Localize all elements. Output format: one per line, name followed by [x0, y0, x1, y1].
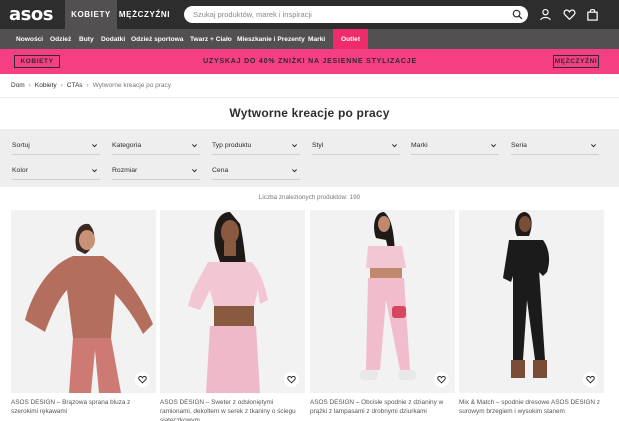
save-button[interactable]: [583, 372, 598, 387]
save-button[interactable]: [135, 372, 150, 387]
promo-text[interactable]: UZYSKAJ DO 40% ZNIŻKI NA JESIENNE STYLIZ…: [150, 49, 470, 74]
heart-icon: [586, 375, 595, 384]
nav-item-dodatki[interactable]: Dodatki: [101, 29, 125, 49]
product-card[interactable]: ASOS DESIGN – Sweter z odsłoniętymi rami…: [160, 210, 305, 421]
category-nav: Nowości Odzież Buty Dodatki Odzież sport…: [0, 29, 619, 49]
heart-icon: [287, 375, 296, 384]
filter-series[interactable]: Seria: [511, 137, 599, 155]
model-photo: [11, 210, 156, 393]
breadcrumb-separator: ›: [86, 82, 89, 89]
bag-icon[interactable]: [586, 8, 599, 21]
filter-color[interactable]: Kolor: [12, 162, 100, 180]
filter-category[interactable]: Kategoria: [112, 137, 200, 155]
promo-women-button[interactable]: KOBIETY: [14, 55, 60, 68]
breadcrumb-home[interactable]: Dom: [11, 82, 25, 89]
filter-label: Seria: [511, 142, 527, 149]
model-photo: [459, 210, 604, 393]
filter-label: Sortuj: [12, 142, 30, 149]
save-button[interactable]: [434, 372, 449, 387]
chevron-down-icon: [91, 144, 98, 148]
filter-sort[interactable]: Sortuj: [12, 137, 100, 155]
product-card[interactable]: ASOS DESIGN – Brązowa sprana bluza z sze…: [11, 210, 156, 416]
chevron-down-icon: [291, 144, 298, 148]
nav-item-nowosci[interactable]: Nowości: [16, 29, 43, 49]
filter-product-type[interactable]: Typ produktu: [212, 137, 300, 155]
product-card[interactable]: Mix & Match – spodnie dresowe ASOS DESIG…: [459, 210, 604, 416]
chevron-down-icon: [191, 144, 198, 148]
search-icon[interactable]: [512, 9, 523, 20]
filter-label: Styl: [312, 142, 324, 149]
chevron-down-icon: [91, 169, 98, 173]
filter-label: Kategoria: [112, 142, 142, 149]
nav-item-marki[interactable]: Marki: [308, 29, 325, 49]
nav-item-odziez-sportowa[interactable]: Odzież sportowa: [131, 29, 183, 49]
breadcrumb: Dom › Kobiety › CTAs › Wytworne kreacje po pra…: [11, 82, 171, 89]
product-image[interactable]: [459, 210, 604, 393]
page-title: Wytworne kreacje po pracy: [229, 106, 390, 120]
filter-panel: Sortuj Kategoria Typ produktu Styl Marki…: [0, 129, 619, 187]
product-image[interactable]: [160, 210, 305, 393]
heart-icon: [437, 375, 446, 384]
chevron-down-icon: [291, 169, 298, 173]
chevron-down-icon: [191, 169, 198, 173]
save-button[interactable]: [284, 372, 299, 387]
filter-label: Marki: [411, 142, 428, 149]
product-image[interactable]: [11, 210, 156, 393]
filter-label: Cena: [212, 167, 229, 174]
divider: [0, 97, 619, 98]
promo-banner: KOBIETY UZYSKAJ DO 40% ZNIŻKI NA JESIENN…: [0, 49, 619, 74]
tab-women[interactable]: KOBIETY: [65, 0, 117, 29]
nav-item-odziez[interactable]: Odzież: [50, 29, 71, 49]
breadcrumb-women[interactable]: Kobiety: [35, 82, 57, 89]
heart-icon: [138, 375, 147, 384]
promo-men-button[interactable]: MĘŻCZYŹNI: [553, 55, 599, 68]
nav-item-buty[interactable]: Buty: [79, 29, 94, 49]
filter-style[interactable]: Styl: [312, 137, 400, 155]
product-description[interactable]: ASOS DESIGN – Obcisłe spodnie z dzianiny…: [310, 398, 455, 416]
model-photo: [310, 210, 455, 393]
model-photo: [160, 210, 305, 393]
product-image[interactable]: [310, 210, 455, 393]
filter-size[interactable]: Rozmiar: [112, 162, 200, 180]
filter-label: Typ produktu: [212, 142, 252, 149]
breadcrumb-current: Wytworne kreacje po pracy: [92, 82, 172, 89]
product-description[interactable]: ASOS DESIGN – Sweter z odsłoniętymi rami…: [160, 398, 305, 421]
nav-item-twarz-cialo[interactable]: Twarz + Ciało: [190, 29, 232, 49]
result-count: Liczba znalezionych produktów: 190: [258, 194, 361, 201]
search-bar: [184, 6, 528, 23]
breadcrumb-separator: ›: [28, 82, 31, 89]
breadcrumb-ctas[interactable]: CTAs: [67, 82, 83, 89]
chevron-down-icon: [590, 144, 597, 148]
nav-item-outlet[interactable]: Outlet: [333, 29, 368, 49]
nav-item-mieszkanie-prezenty[interactable]: Mieszkanie i Prezenty: [237, 29, 305, 49]
filter-price[interactable]: Cena: [212, 162, 300, 180]
tab-men[interactable]: MĘŻCZYŹNI: [117, 0, 172, 29]
product-description[interactable]: Mix & Match – spodnie dresowe ASOS DESIG…: [459, 398, 604, 416]
filter-label: Kolor: [12, 167, 28, 174]
account-icon[interactable]: [539, 8, 552, 21]
filter-brands[interactable]: Marki: [411, 137, 499, 155]
filter-label: Rozmiar: [112, 167, 138, 174]
product-description[interactable]: ASOS DESIGN – Brązowa sprana bluza z sze…: [11, 398, 156, 416]
chevron-down-icon: [490, 144, 497, 148]
chevron-down-icon: [391, 144, 398, 148]
search-input[interactable]: [193, 8, 493, 21]
product-card[interactable]: ASOS DESIGN – Obcisłe spodnie z dzianiny…: [310, 210, 455, 416]
top-bar: asos KOBIETY MĘŻCZYŹNI: [0, 0, 619, 29]
breadcrumb-separator: ›: [60, 82, 63, 89]
heart-icon[interactable]: [563, 8, 576, 21]
asos-logo[interactable]: asos: [9, 4, 53, 25]
